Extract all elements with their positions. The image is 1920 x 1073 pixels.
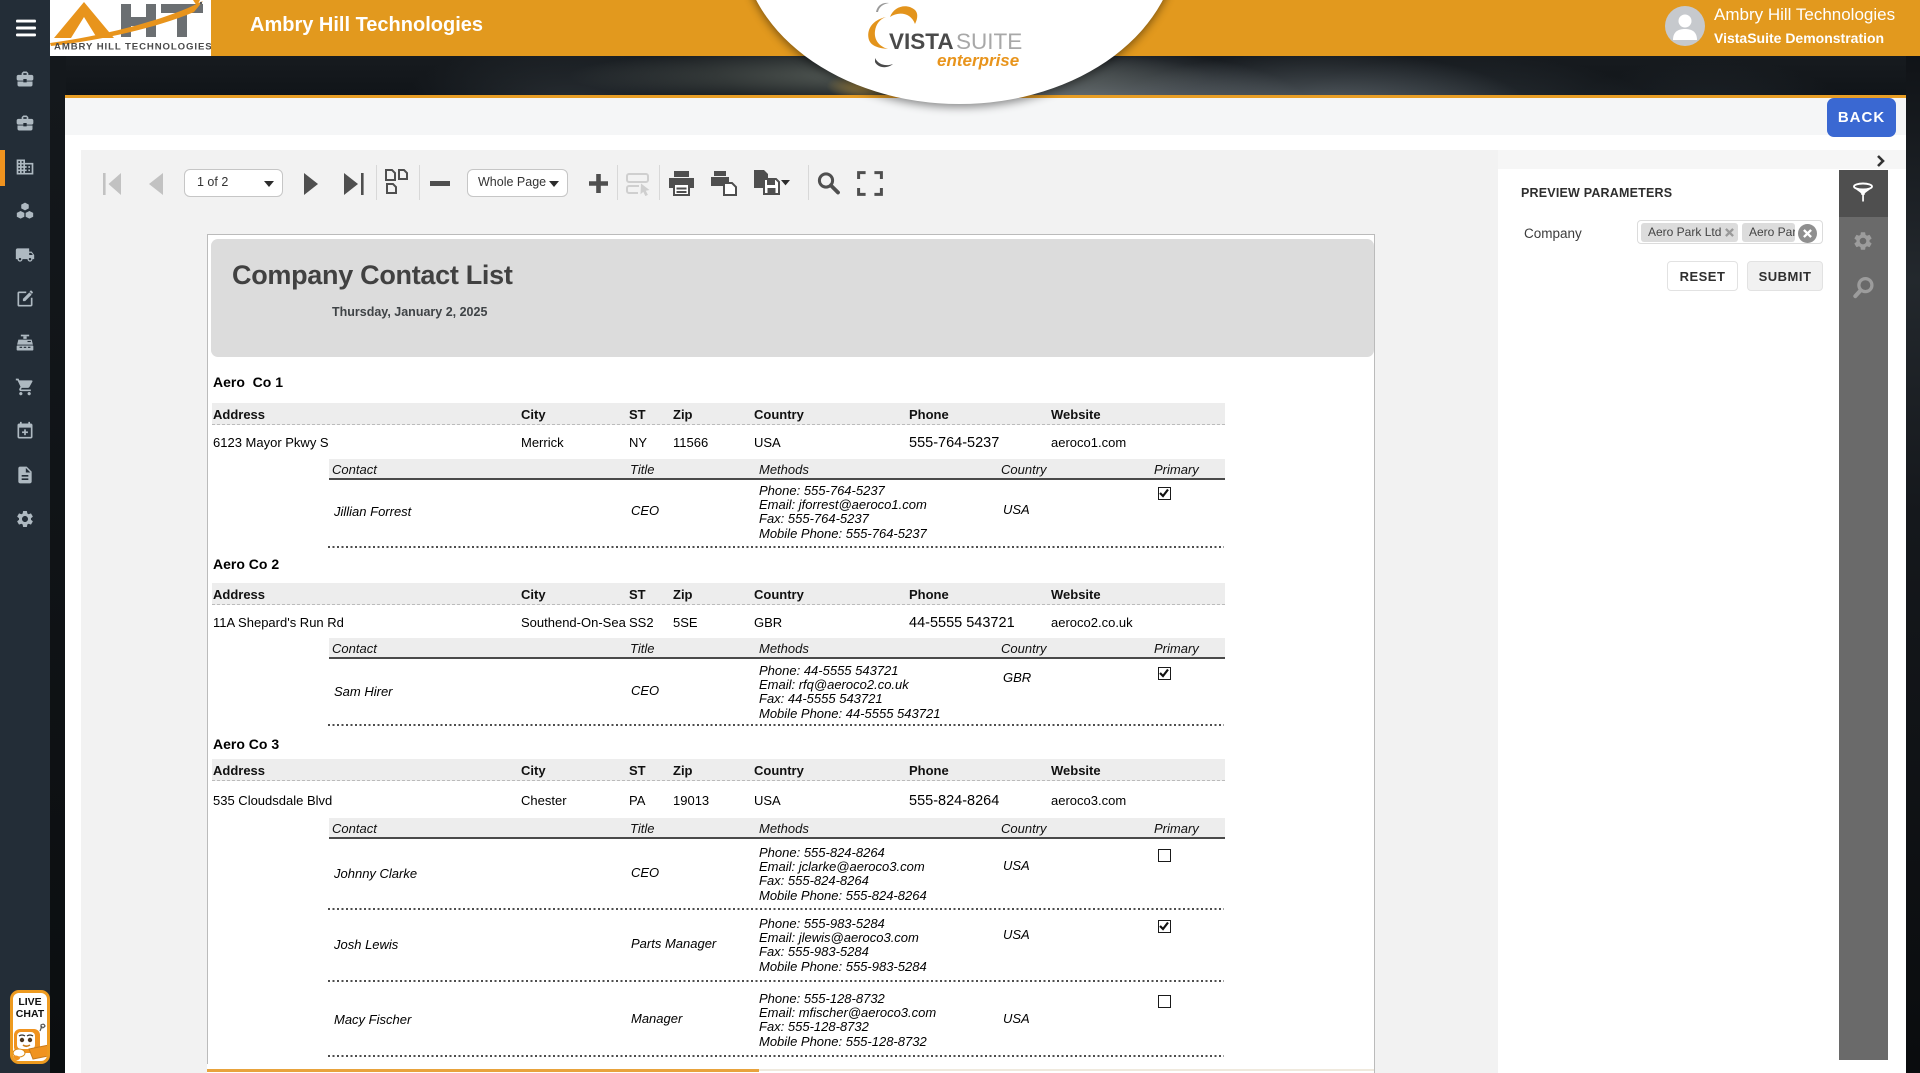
svg-text:AMBRY HILL TECHNOLOGIES: AMBRY HILL TECHNOLOGIES <box>54 42 211 53</box>
svg-text:enterprise: enterprise <box>937 51 1019 70</box>
